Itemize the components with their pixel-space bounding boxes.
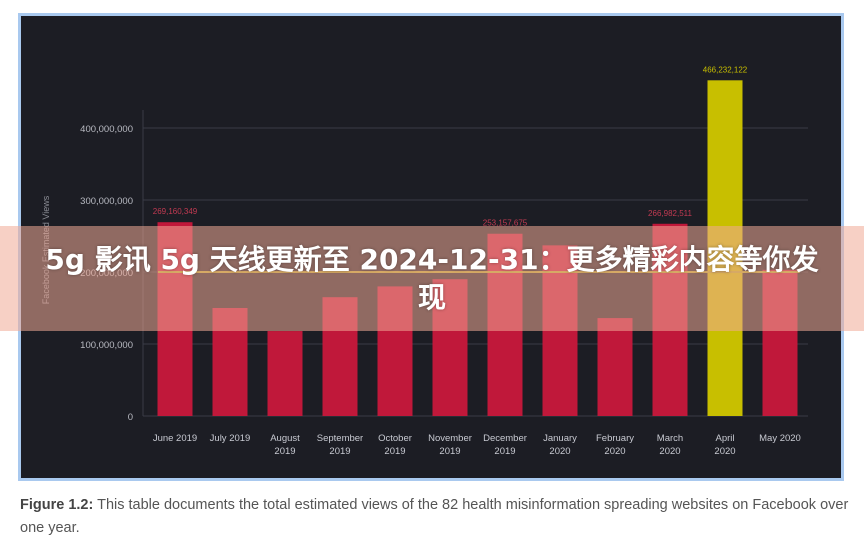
x-tick-label: 2020 <box>549 446 570 457</box>
x-tick-label: October <box>378 433 412 444</box>
x-tick-label: November <box>428 433 472 444</box>
data-label: 269,160,349 <box>153 207 198 216</box>
x-tick-label: 2019 <box>439 446 460 457</box>
x-tick-label: 2020 <box>714 446 735 457</box>
x-tick-label: 2020 <box>604 446 625 457</box>
x-tick-label: August <box>270 433 300 444</box>
x-tick-label: December <box>483 433 527 444</box>
x-tick-label: 2019 <box>329 446 350 457</box>
data-label: 266,982,511 <box>648 209 692 218</box>
overlay-banner[interactable]: 5g 影讯 5g 天线更新至 2024-12-31：更多精彩内容等你发现 <box>0 226 864 331</box>
x-tick-label: June 2019 <box>153 433 197 444</box>
y-tick-label: 100,000,000 <box>80 340 133 351</box>
x-tick-label: March <box>657 433 683 444</box>
x-tick-label: 2019 <box>384 446 405 457</box>
y-tick-label: 400,000,000 <box>80 124 133 135</box>
x-tick-label: January <box>543 433 577 444</box>
banner-text: 5g 影讯 5g 天线更新至 2024-12-31：更多精彩内容等你发现 <box>45 242 819 314</box>
x-tick-label: 2019 <box>274 446 295 457</box>
x-tick-label: May 2020 <box>759 433 801 444</box>
y-tick-label: 300,000,000 <box>80 196 133 207</box>
x-tick-label: 2020 <box>659 446 680 457</box>
x-tick-label: 2019 <box>494 446 515 457</box>
figure-caption: Figure 1.2: This table documents the tot… <box>20 494 850 540</box>
x-tick-label: September <box>317 433 363 444</box>
bar <box>267 331 303 416</box>
caption-text: This table documents the total estimated… <box>20 497 849 536</box>
bar <box>597 318 633 416</box>
y-tick-label: 0 <box>128 412 133 423</box>
x-tick-label: April <box>715 433 734 444</box>
x-tick-label: July 2019 <box>210 433 251 444</box>
caption-label: Figure 1.2: <box>20 497 94 513</box>
data-label: 466,232,122 <box>703 65 748 74</box>
x-tick-label: February <box>596 433 634 444</box>
